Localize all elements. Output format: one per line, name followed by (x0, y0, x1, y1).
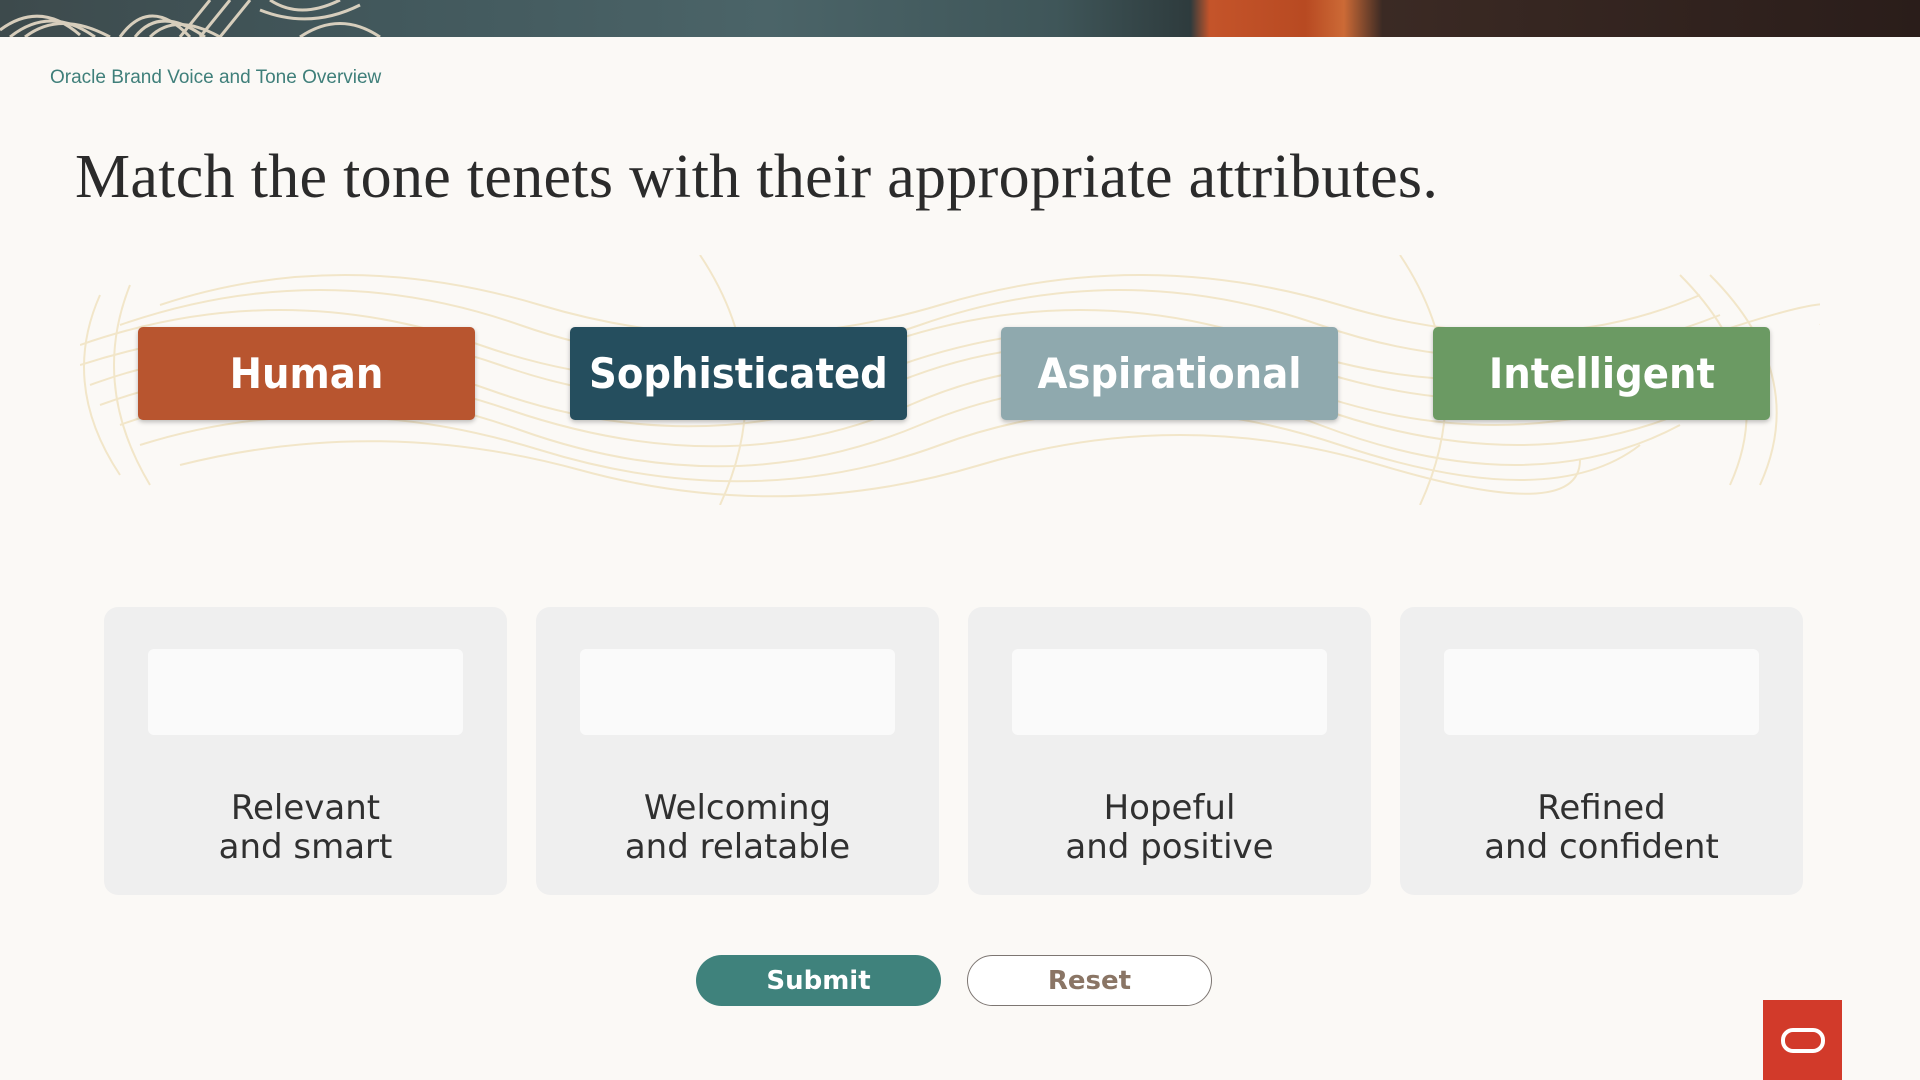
tenet-label: Aspirational (1037, 349, 1302, 398)
target-card-hopeful: Hopeful and positive (968, 607, 1371, 895)
drop-zone[interactable] (148, 649, 463, 735)
page-title: Match the tone tenets with their appropr… (75, 143, 1439, 211)
tenet-label: Human (229, 349, 384, 398)
header-banner (0, 0, 1920, 37)
tenet-label: Intelligent (1488, 349, 1715, 398)
tenet-sophisticated[interactable]: Sophisticated (570, 327, 907, 420)
attribute-label: Relevant and smart (218, 788, 393, 867)
drop-zone[interactable] (1444, 649, 1759, 735)
target-card-refined: Refined and confident (1400, 607, 1803, 895)
tenet-intelligent[interactable]: Intelligent (1433, 327, 1770, 420)
breadcrumb[interactable]: Oracle Brand Voice and Tone Overview (50, 67, 381, 89)
attribute-label: Refined and confident (1484, 788, 1719, 867)
decorative-lines-pattern (0, 0, 381, 37)
drop-zone[interactable] (1012, 649, 1327, 735)
tenet-human[interactable]: Human (138, 327, 475, 420)
target-card-relevant: Relevant and smart (104, 607, 507, 895)
oracle-ring-icon (1780, 1027, 1825, 1053)
tenet-aspirational[interactable]: Aspirational (1001, 327, 1338, 420)
target-card-welcoming: Welcoming and relatable (536, 607, 939, 895)
drop-zone[interactable] (580, 649, 895, 735)
reset-button[interactable]: Reset (967, 955, 1212, 1006)
submit-button[interactable]: Submit (696, 955, 941, 1006)
oracle-logo[interactable] (1763, 1000, 1842, 1080)
tenet-label: Sophisticated (589, 349, 888, 398)
attribute-label: Welcoming and relatable (624, 788, 851, 867)
attribute-label: Hopeful and positive (1065, 788, 1274, 867)
